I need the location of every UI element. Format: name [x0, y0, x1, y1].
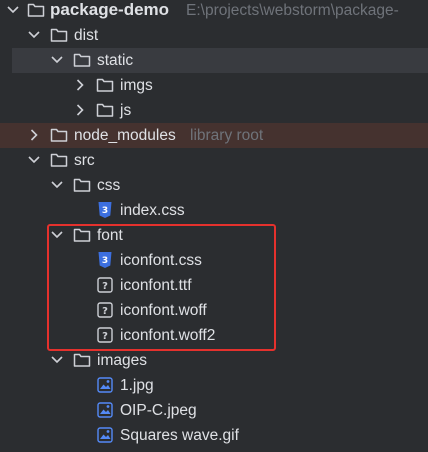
- tree-item-label: OIP-C.jpeg: [120, 402, 197, 419]
- chevron-right-icon[interactable]: [27, 127, 41, 143]
- tree-row-iconfont-woff[interactable]: ? iconfont.woff: [0, 298, 428, 323]
- chevron-down-icon[interactable]: [27, 27, 41, 43]
- chevron-right-icon[interactable]: [73, 102, 87, 118]
- folder-icon: [96, 101, 114, 119]
- tree-item-label: static: [97, 52, 134, 69]
- svg-text:3: 3: [102, 256, 108, 266]
- tree-item-label: css: [97, 177, 121, 194]
- unknown-file-icon: ?: [96, 276, 114, 294]
- tree-row-squares-wave-gif[interactable]: Squares wave.gif: [0, 423, 428, 448]
- chevron-down-icon[interactable]: [50, 177, 64, 193]
- tree-row-dist[interactable]: dist: [0, 23, 428, 48]
- unknown-file-icon: ?: [96, 301, 114, 319]
- chevron-down-icon[interactable]: [6, 2, 20, 18]
- path-hint: E:\projects\webstorm\package-: [186, 2, 399, 19]
- tree-item-label: imgs: [120, 77, 153, 94]
- folder-icon: [50, 26, 68, 44]
- tree-row-static[interactable]: static: [12, 48, 428, 73]
- tree-item-label: index.css: [120, 202, 185, 219]
- svg-text:?: ?: [102, 306, 108, 317]
- tree-row-index-css[interactable]: 3 index.css: [0, 198, 428, 223]
- tree-item-label: font: [97, 227, 123, 244]
- tree-row-node-modules[interactable]: node_modules library root: [0, 123, 428, 148]
- tree-item-label: 1.jpg: [120, 377, 154, 394]
- tree-row-1-jpg[interactable]: 1.jpg: [0, 373, 428, 398]
- chevron-right-icon[interactable]: [73, 77, 87, 93]
- folder-icon: [50, 151, 68, 169]
- folder-icon: [27, 1, 45, 19]
- tree-row-partial: [0, 448, 428, 452]
- chevron-down-icon[interactable]: [50, 352, 64, 368]
- folder-icon: [73, 176, 91, 194]
- image-file-icon: [96, 376, 114, 394]
- chevron-down-icon[interactable]: [50, 227, 64, 243]
- folder-icon: [73, 226, 91, 244]
- tree-item-label: package-demo: [50, 0, 170, 19]
- project-tree: package-demo E:\projects\webstorm\packag…: [0, 0, 428, 452]
- tree-item-label: js: [120, 102, 132, 119]
- svg-text:?: ?: [102, 331, 108, 342]
- folder-icon: [73, 51, 91, 69]
- tree-item-label: dist: [74, 27, 99, 44]
- tree-row-iconfont-css[interactable]: 3 iconfont.css: [0, 248, 428, 273]
- css-file-icon: 3: [96, 251, 114, 269]
- tree-item-label: iconfont.css: [120, 252, 202, 269]
- tree-row-imgs[interactable]: imgs: [0, 73, 428, 98]
- tree-row-js[interactable]: js: [0, 98, 428, 123]
- tree-row-images[interactable]: images: [0, 348, 428, 373]
- svg-text:3: 3: [102, 206, 108, 216]
- tree-item-label: node_modules: [74, 127, 176, 144]
- tree-item-label: src: [74, 152, 95, 169]
- chevron-down-icon[interactable]: [27, 152, 41, 168]
- library-root-hint: library root: [190, 127, 264, 144]
- folder-icon: [73, 351, 91, 369]
- tree-row-package-demo[interactable]: package-demo E:\projects\webstorm\packag…: [0, 0, 428, 23]
- folder-icon: [96, 76, 114, 94]
- tree-row-oip-c-jpeg[interactable]: OIP-C.jpeg: [0, 398, 428, 423]
- svg-text:?: ?: [102, 281, 108, 292]
- tree-item-label: iconfont.ttf: [120, 277, 192, 294]
- tree-row-iconfont-ttf[interactable]: ? iconfont.ttf: [0, 273, 428, 298]
- tree-row-font[interactable]: font: [0, 223, 428, 248]
- tree-item-label: Squares wave.gif: [120, 427, 239, 444]
- tree-item-label: iconfont.woff: [120, 302, 207, 319]
- unknown-file-icon: ?: [96, 326, 114, 344]
- image-file-icon: [96, 426, 114, 444]
- tree-row-iconfont-woff2[interactable]: ? iconfont.woff2: [0, 323, 428, 348]
- tree-item-label: images: [97, 352, 147, 369]
- tree-item-label: iconfont.woff2: [120, 327, 216, 344]
- tree-row-src[interactable]: src: [0, 148, 428, 173]
- css-file-icon: 3: [96, 201, 114, 219]
- chevron-down-icon[interactable]: [50, 52, 64, 68]
- folder-icon: [50, 126, 68, 144]
- image-file-icon: [96, 401, 114, 419]
- tree-row-css[interactable]: css: [0, 173, 428, 198]
